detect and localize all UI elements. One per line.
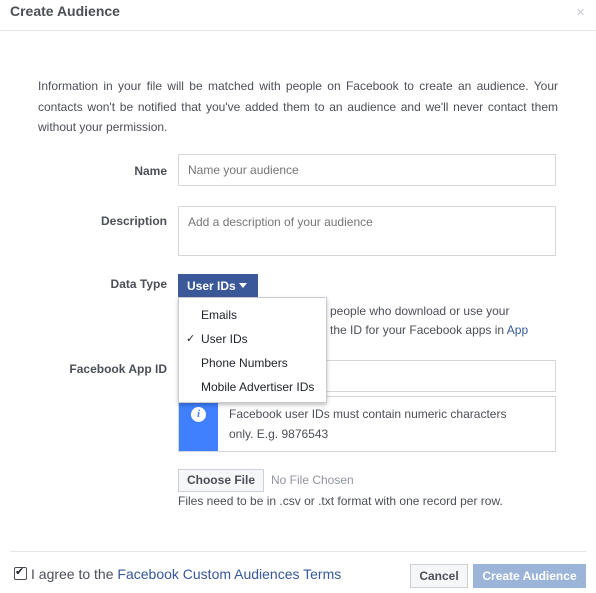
- info-box: i Facebook user IDs must contain numeric…: [178, 396, 556, 452]
- agree-prefix: I agree to the: [31, 566, 114, 582]
- name-label: Name: [134, 164, 167, 178]
- menu-item-label: Phone Numbers: [201, 356, 288, 370]
- menu-item-user-ids[interactable]: ✓ User IDs: [179, 328, 326, 350]
- data-type-value: User IDs: [187, 279, 236, 293]
- menu-item-label: Mobile Advertiser IDs: [201, 380, 315, 394]
- menu-item-emails[interactable]: Emails: [179, 304, 326, 326]
- info-strip: i: [179, 397, 218, 451]
- data-type-label: Data Type: [110, 277, 167, 291]
- close-icon[interactable]: ×: [576, 4, 585, 21]
- data-type-desc-line2: the ID for your Facebook apps in: [330, 323, 505, 337]
- info-icon: i: [191, 407, 206, 422]
- menu-item-label: User IDs: [201, 332, 248, 346]
- data-type-description: people who download or use your the ID f…: [330, 302, 560, 340]
- file-format-hint: Files need to be in .csv or .txt format …: [178, 494, 503, 508]
- menu-item-phone-numbers[interactable]: Phone Numbers: [179, 352, 326, 374]
- dialog-title: Create Audience: [10, 3, 120, 19]
- name-input[interactable]: [178, 154, 556, 186]
- description-label: Description: [100, 214, 167, 228]
- menu-item-mobile-advertiser-ids[interactable]: Mobile Advertiser IDs: [179, 376, 326, 398]
- cancel-button[interactable]: Cancel: [410, 564, 468, 588]
- intro-text: Information in your file will be matched…: [38, 79, 558, 134]
- data-type-menu: Emails ✓ User IDs Phone Numbers Mobile A…: [178, 297, 327, 403]
- app-id-label: Facebook App ID: [69, 362, 167, 376]
- terms-agreement: I agree to the Facebook Custom Audiences…: [14, 565, 341, 582]
- create-audience-button[interactable]: Create Audience: [473, 564, 586, 588]
- dialog-header: Create Audience ×: [0, 0, 596, 31]
- footer-divider: [10, 551, 586, 552]
- data-type-desc-line1: people who download or use your: [330, 304, 510, 318]
- terms-link[interactable]: Facebook Custom Audiences Terms: [117, 566, 341, 582]
- no-file-text: No File Chosen: [271, 473, 354, 487]
- check-icon: ✓: [186, 333, 196, 345]
- agree-checkbox[interactable]: [14, 565, 27, 580]
- info-text: Facebook user IDs must contain numeric c…: [229, 407, 507, 441]
- caret-down-icon: [238, 283, 247, 288]
- menu-item-label: Emails: [201, 308, 238, 322]
- choose-file-button[interactable]: Choose File: [178, 469, 264, 492]
- description-input[interactable]: [178, 206, 556, 256]
- app-link[interactable]: App: [507, 323, 528, 337]
- data-type-dropdown[interactable]: User IDs: [178, 274, 258, 297]
